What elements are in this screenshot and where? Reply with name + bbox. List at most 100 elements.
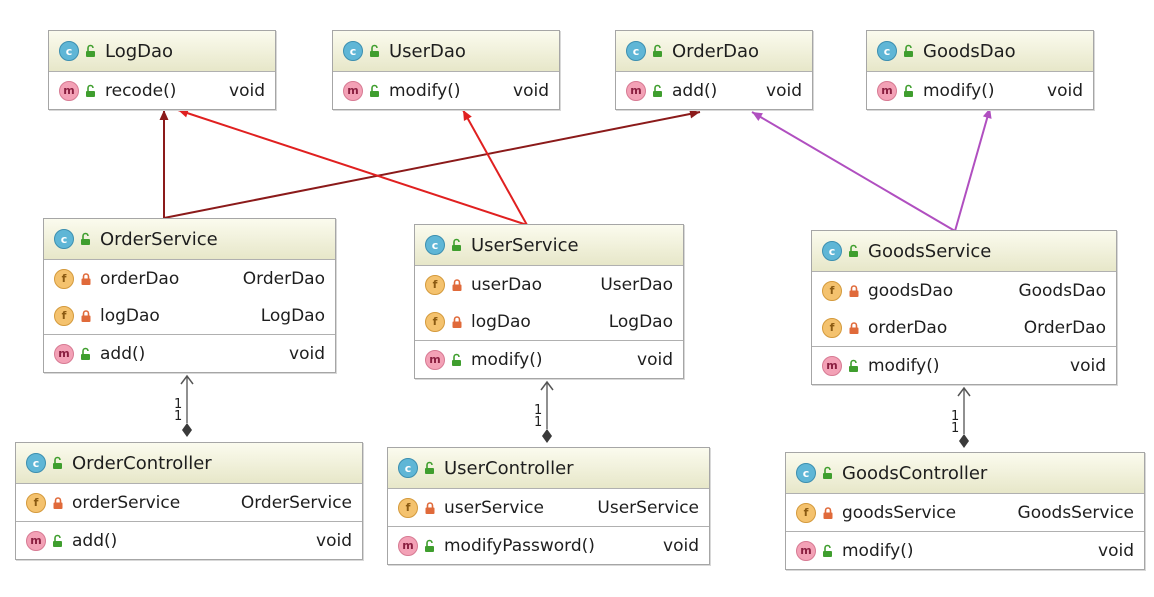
fields-compartment: f orderDao OrderDao f logDao LogDao — [44, 260, 335, 335]
dependency-userservice-userdao[interactable] — [462, 109, 528, 226]
class-header[interactable]: c OrderController — [16, 443, 362, 484]
method-name: modifyPassword() — [444, 535, 595, 556]
methods-compartment: m recode() void — [49, 72, 275, 109]
method-row[interactable]: m add() void — [616, 72, 812, 109]
class-header[interactable]: c GoodsController — [786, 453, 1144, 494]
class-name: UserController — [444, 457, 574, 479]
field-badge-icon: f — [822, 280, 842, 301]
method-name: modify() — [842, 540, 914, 561]
public-visibility-icon — [369, 44, 381, 58]
multiplicity-label: 1 — [174, 409, 183, 424]
methods-compartment: m add() void — [616, 72, 812, 109]
public-visibility-icon — [848, 244, 860, 258]
class-badge-icon: c — [425, 235, 445, 255]
composition-diamond — [959, 434, 969, 448]
method-badge-icon: m — [54, 343, 74, 364]
method-name: modify() — [389, 80, 461, 101]
class-header[interactable]: c OrderService — [44, 219, 335, 260]
field-row[interactable]: f orderService OrderService — [16, 484, 362, 521]
field-row[interactable]: f userDao UserDao — [415, 266, 683, 303]
dependency-goodsservice-goodsdao[interactable] — [954, 107, 991, 232]
class-name: GoodsDao — [923, 40, 1016, 62]
method-badge-icon: m — [398, 535, 418, 556]
private-visibility-icon — [848, 321, 860, 335]
method-name: modify() — [868, 355, 940, 376]
multiplicity-label: 1 — [951, 421, 960, 436]
field-name: goodsDao — [868, 280, 954, 301]
field-name: goodsService — [842, 502, 957, 523]
class-box-goodscontroller[interactable]: c GoodsController f goodsService GoodsServic… — [785, 452, 1145, 570]
field-row[interactable]: f orderDao OrderDao — [44, 260, 335, 297]
public-visibility-icon — [80, 347, 92, 361]
class-box-usercontroller[interactable]: c UserController f userService UserService m m… — [387, 447, 710, 565]
private-visibility-icon — [80, 309, 92, 323]
class-box-goodsservice[interactable]: c GoodsService f goodsDao GoodsDao f orderDao O… — [811, 230, 1117, 385]
method-row[interactable]: m modify() void — [333, 72, 559, 109]
method-name: add() — [100, 343, 146, 364]
method-row[interactable]: m add() void — [44, 335, 335, 372]
class-box-userservice[interactable]: c UserService f userDao UserDao f logDao LogDao… — [414, 224, 684, 379]
class-header[interactable]: c GoodsDao — [867, 31, 1093, 72]
class-box-ordercontroller[interactable]: c OrderController f orderService OrderServic… — [15, 442, 363, 560]
dependency-orderservice-orderdao[interactable] — [163, 111, 701, 219]
field-row[interactable]: f logDao LogDao — [44, 297, 335, 334]
field-row[interactable]: f userService UserService — [388, 489, 709, 526]
class-box-logdao[interactable]: c LogDao m recode() void — [48, 30, 276, 110]
method-row[interactable]: m modify() void — [415, 341, 683, 378]
fields-compartment: f userService UserService — [388, 489, 709, 527]
method-row[interactable]: m modify() void — [867, 72, 1093, 109]
methods-compartment: m modify() void — [812, 347, 1116, 384]
methods-compartment: m modify() void — [786, 532, 1144, 569]
field-type: GoodsDao — [1018, 280, 1106, 301]
public-visibility-icon — [822, 544, 834, 558]
dependency-userservice-logdao[interactable] — [177, 109, 528, 226]
class-header[interactable]: c UserController — [388, 448, 709, 489]
class-box-orderservice[interactable]: c OrderService f orderDao OrderDao f logDao Log… — [43, 218, 336, 373]
class-header[interactable]: c LogDao — [49, 31, 275, 72]
dependency-goodsservice-orderdao[interactable] — [751, 111, 956, 232]
open-arrow-head — [957, 386, 971, 397]
public-visibility-icon — [424, 461, 436, 475]
method-badge-icon: m — [59, 80, 79, 101]
class-name: UserDao — [389, 40, 466, 62]
method-row[interactable]: m modifyPassword() void — [388, 527, 709, 564]
method-row[interactable]: m modify() void — [786, 532, 1144, 569]
open-arrow-head — [180, 374, 194, 385]
field-name: orderService — [72, 492, 181, 513]
class-header[interactable]: c UserDao — [333, 31, 559, 72]
fields-compartment: f goodsDao GoodsDao f orderDao OrderDao — [812, 272, 1116, 347]
methods-compartment: m add() void — [16, 522, 362, 559]
field-row[interactable]: f goodsDao GoodsDao — [812, 272, 1116, 309]
method-badge-icon: m — [26, 530, 46, 551]
class-header[interactable]: c UserService — [415, 225, 683, 266]
method-row[interactable]: m modify() void — [812, 347, 1116, 384]
private-visibility-icon — [52, 496, 64, 510]
class-box-orderdao[interactable]: c OrderDao m add() void — [615, 30, 813, 110]
class-badge-icon: c — [626, 41, 646, 61]
field-row[interactable]: f orderDao OrderDao — [812, 309, 1116, 346]
class-box-goodsdao[interactable]: c GoodsDao m modify() void — [866, 30, 1094, 110]
field-type: UserService — [597, 497, 699, 518]
class-box-userdao[interactable]: c UserDao m modify() void — [332, 30, 560, 110]
public-visibility-icon — [424, 539, 436, 553]
public-visibility-icon — [652, 44, 664, 58]
public-visibility-icon — [85, 84, 97, 98]
open-arrow-head — [540, 380, 554, 391]
public-visibility-icon — [652, 84, 664, 98]
method-badge-icon: m — [343, 80, 363, 101]
method-badge-icon: m — [796, 540, 816, 561]
method-row[interactable]: m recode() void — [49, 72, 275, 109]
class-header[interactable]: c GoodsService — [812, 231, 1116, 272]
class-badge-icon: c — [796, 463, 816, 483]
methods-compartment: m modifyPassword() void — [388, 527, 709, 564]
private-visibility-icon — [451, 315, 463, 329]
class-name: LogDao — [105, 40, 174, 62]
public-visibility-icon — [451, 238, 463, 252]
method-badge-icon: m — [877, 80, 897, 101]
field-type: LogDao — [608, 311, 673, 332]
class-name: OrderService — [100, 228, 218, 250]
field-row[interactable]: f goodsService GoodsService — [786, 494, 1144, 531]
class-header[interactable]: c OrderDao — [616, 31, 812, 72]
method-row[interactable]: m add() void — [16, 522, 362, 559]
field-row[interactable]: f logDao LogDao — [415, 303, 683, 340]
